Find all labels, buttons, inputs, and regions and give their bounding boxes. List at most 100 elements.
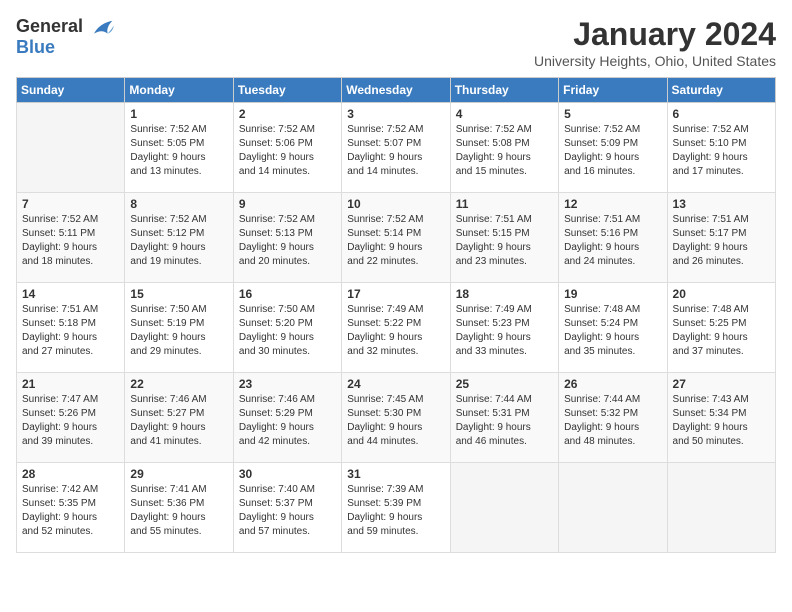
sunset-text: Sunset: 5:23 PM — [456, 318, 530, 329]
calendar-cell: 13Sunrise: 7:51 AMSunset: 5:17 PMDayligh… — [667, 193, 775, 283]
daylight-text-line1: Daylight: 9 hours — [456, 332, 531, 343]
page-header: General Blue January 2024 University Hei… — [16, 16, 776, 69]
calendar-cell: 25Sunrise: 7:44 AMSunset: 5:31 PMDayligh… — [450, 373, 558, 463]
day-info: Sunrise: 7:49 AM Sunset: 5:23 PM Daylight:… — [456, 303, 553, 359]
sunrise-text: Sunrise: 7:51 AM — [456, 214, 532, 225]
logo-general: General — [16, 16, 83, 36]
logo-text: General Blue — [16, 16, 114, 58]
daylight-text-line1: Daylight: 9 hours — [130, 512, 205, 523]
day-info: Sunrise: 7:52 AMSunset: 5:07 PMDaylight:… — [347, 123, 444, 179]
day-number: 24 — [347, 377, 444, 391]
calendar-cell — [559, 463, 667, 553]
sunset-text: Sunset: 5:20 PM — [239, 318, 313, 329]
calendar-cell: 16 Sunrise: 7:50 AMSunset: 5:20 PMDayligh… — [233, 283, 341, 373]
weekday-header-sunday: Sunday — [17, 78, 125, 103]
daylight-text-line2: and 37 minutes. — [673, 346, 744, 357]
sunrise-text: Sunrise: 7:48 AM — [564, 304, 640, 315]
daylight-text-line2: and 32 minutes. — [347, 346, 418, 357]
daylight-text-line2: and 23 minutes. — [456, 256, 527, 267]
day-number: 30 — [239, 467, 336, 481]
day-info: Sunrise: 7:51 AMSunset: 5:15 PMDaylight:… — [456, 213, 553, 269]
sunset-text: Sunset: 5:31 PM — [456, 408, 530, 419]
weekday-header-saturday: Saturday — [667, 78, 775, 103]
daylight-text-line1: Daylight: 9 hours — [22, 422, 97, 433]
sunset-text: Sunset: 5:08 PM — [456, 138, 530, 149]
daylight-text-line2: and 44 minutes. — [347, 436, 418, 447]
daylight-text-line2: and 39 minutes. — [22, 436, 93, 447]
day-number: 4 — [456, 107, 553, 121]
daylight-text-line1: Daylight: 9 hours — [456, 422, 531, 433]
calendar-cell: 29Sunrise: 7:41 AMSunset: 5:36 PMDayligh… — [125, 463, 233, 553]
day-info: Sunrise: 7:40 AMSunset: 5:37 PMDaylight:… — [239, 483, 336, 539]
day-number: 22 — [130, 377, 227, 391]
calendar-cell: 5Sunrise: 7:52 AMSunset: 5:09 PMDaylight… — [559, 103, 667, 193]
day-number: 6 — [673, 107, 770, 121]
sunrise-text: Sunrise: 7:39 AM — [347, 484, 423, 495]
sunrise-text: Sunrise: 7:52 AM — [456, 124, 532, 135]
sunset-text: Sunset: 5:32 PM — [564, 408, 638, 419]
day-info: Sunrise: 7:48 AMSunset: 5:25 PMDaylight:… — [673, 303, 770, 359]
sunrise-text: Sunrise: 7:52 AM — [239, 124, 315, 135]
daylight-text-line1: Daylight: 9 hours — [456, 152, 531, 163]
daylight-text-line2: and 42 minutes. — [239, 436, 310, 447]
sunset-text: Sunset: 5:29 PM — [239, 408, 313, 419]
daylight-text-line1: Daylight: 9 hours — [347, 152, 422, 163]
day-info: Sunrise: 7:51 AMSunset: 5:18 PMDaylight:… — [22, 303, 119, 359]
sunset-text: Sunset: 5:10 PM — [673, 138, 747, 149]
calendar-cell — [667, 463, 775, 553]
calendar-cell: 6Sunrise: 7:52 AMSunset: 5:10 PMDaylight… — [667, 103, 775, 193]
calendar-cell: 28Sunrise: 7:42 AMSunset: 5:35 PMDayligh… — [17, 463, 125, 553]
sunrise-text: Sunrise: 7:49 AM — [456, 304, 532, 315]
daylight-text-line1: Daylight: 9 hours — [130, 332, 205, 343]
day-info: Sunrise: 7:50 AMSunset: 5:19 PMDaylight:… — [130, 303, 227, 359]
weekday-header-wednesday: Wednesday — [342, 78, 450, 103]
calendar-week-5: 28Sunrise: 7:42 AMSunset: 5:35 PMDayligh… — [17, 463, 776, 553]
day-number: 28 — [22, 467, 119, 481]
daylight-text-line1: Daylight: 9 hours — [347, 512, 422, 523]
daylight-text-line1: Daylight: 9 hours — [22, 332, 97, 343]
daylight-text-line2: and 30 minutes. — [239, 346, 310, 357]
sunset-text: Sunset: 5:30 PM — [347, 408, 421, 419]
calendar-cell: 17Sunrise: 7:49 AMSunset: 5:22 PMDayligh… — [342, 283, 450, 373]
weekday-header-monday: Monday — [125, 78, 233, 103]
day-number: 25 — [456, 377, 553, 391]
daylight-text-line1: Daylight: 9 hours — [239, 152, 314, 163]
day-number: 16 — [239, 287, 336, 301]
calendar-cell: 11Sunrise: 7:51 AMSunset: 5:15 PMDayligh… — [450, 193, 558, 283]
daylight-text-line1: Daylight: 9 hours — [564, 422, 639, 433]
daylight-text-line2: and 15 minutes. — [456, 166, 527, 177]
daylight-text-line1: Daylight: 9 hours — [673, 152, 748, 163]
day-info: Sunrise: 7:52 AMSunset: 5:06 PMDaylight:… — [239, 123, 336, 179]
daylight-text-line2: and 46 minutes. — [456, 436, 527, 447]
day-number: 8 — [130, 197, 227, 211]
daylight-text-line1: Daylight: 9 hours — [130, 152, 205, 163]
sunset-text: Sunset: 5:26 PM — [22, 408, 96, 419]
day-number: 2 — [239, 107, 336, 121]
daylight-text-line2: and 20 minutes. — [239, 256, 310, 267]
sunrise-text: Sunrise: 7:46 AM — [130, 394, 206, 405]
sunrise-text: Sunrise: 7:45 AM — [347, 394, 423, 405]
daylight-text-line1: Daylight: 9 hours — [239, 242, 314, 253]
day-number: 20 — [673, 287, 770, 301]
daylight-text-line1: Daylight: 9 hours — [22, 512, 97, 523]
daylight-text-line2: and 14 minutes. — [239, 166, 310, 177]
sunrise-text: Sunrise: 7:51 AM — [673, 214, 749, 225]
sunset-text: Sunset: 5:22 PM — [347, 318, 421, 329]
day-info: Sunrise: 7:50 AMSunset: 5:20 PMDaylight:… — [239, 303, 336, 359]
logo-bird-icon — [90, 19, 114, 37]
sunrise-text: Sunrise: 7:51 AM — [22, 304, 98, 315]
daylight-text-line2: and 16 minutes. — [564, 166, 635, 177]
daylight-text-line1: Daylight: 9 hours — [130, 242, 205, 253]
calendar-cell: 26Sunrise: 7:44 AMSunset: 5:32 PMDayligh… — [559, 373, 667, 463]
daylight-text-line2: and 18 minutes. — [22, 256, 93, 267]
day-info: Sunrise: 7:51 AMSunset: 5:17 PMDaylight:… — [673, 213, 770, 269]
calendar-body: 1Sunrise: 7:52 AMSunset: 5:05 PMDaylight… — [17, 103, 776, 553]
weekday-header-tuesday: Tuesday — [233, 78, 341, 103]
sunrise-text: Sunrise: 7:43 AM — [673, 394, 749, 405]
calendar-cell: 12Sunrise: 7:51 AMSunset: 5:16 PMDayligh… — [559, 193, 667, 283]
sunrise-text: Sunrise: 7:48 AM — [673, 304, 749, 315]
day-info: Sunrise: 7:52 AMSunset: 5:12 PMDaylight:… — [130, 213, 227, 269]
sunrise-text: Sunrise: 7:47 AM — [22, 394, 98, 405]
sunset-text: Sunset: 5:11 PM — [22, 228, 95, 239]
daylight-text-line1: Daylight: 9 hours — [564, 242, 639, 253]
